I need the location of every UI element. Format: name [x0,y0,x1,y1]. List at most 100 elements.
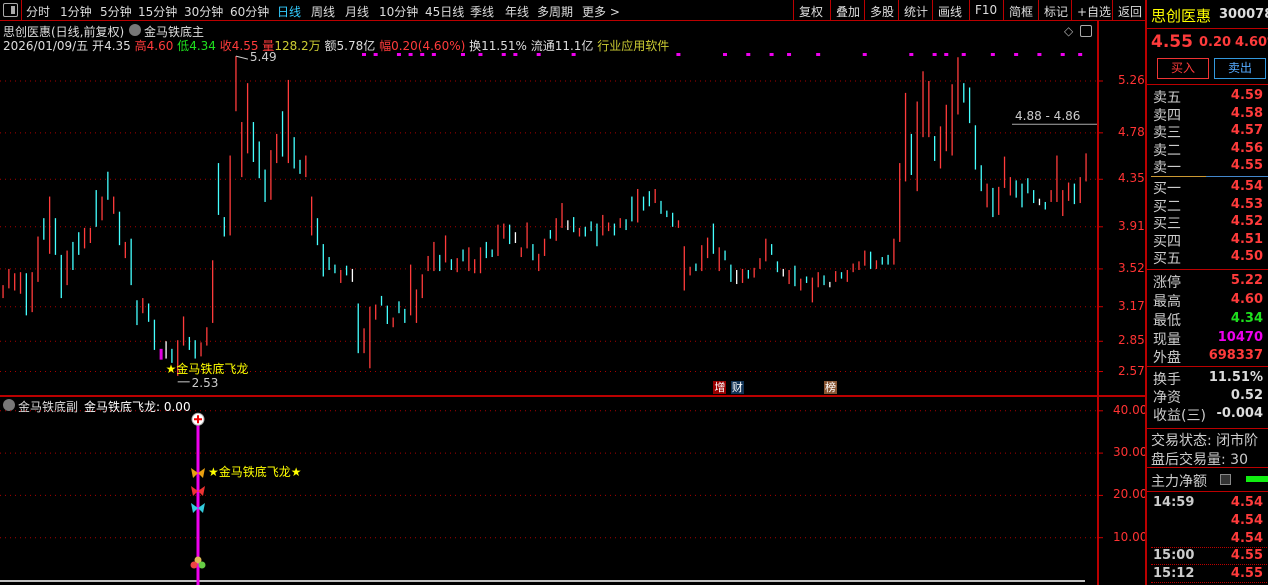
event-badge[interactable]: 增 [713,381,727,394]
stat-label: 外盘 [1153,350,1181,366]
candle-bar [497,224,499,256]
candle-bar [107,171,109,200]
candle-bar [142,298,144,314]
bid-row[interactable]: 买五 4.50 [1151,248,1267,267]
candle-bar [759,258,761,269]
signal-marker [396,53,401,56]
tick-price: 4.55 [1230,548,1263,564]
candle-bar [223,217,225,237]
candle-bar [823,275,825,286]
candle-bar [770,244,773,255]
candle-bar [427,255,429,272]
candle-bar [1032,190,1035,204]
candle-bar [776,261,779,273]
candle-bar [386,305,388,324]
signal-marker [1060,53,1065,56]
stat-value: 4.34 [1230,311,1263,326]
signal-marker [571,53,576,56]
sub-tick-label: 20.00 [1113,487,1148,502]
signal-marker [746,53,751,56]
candle-bar [375,304,377,320]
candle-bar [712,223,715,254]
signal-marker [787,53,792,56]
ask-row[interactable]: 卖五 4.59 [1151,87,1267,106]
signal-marker [932,53,937,56]
candle-bar [532,244,534,261]
trade-status: 交易状态: 闭市阶 [1151,433,1259,449]
candle-bar [1067,182,1070,201]
candle-bar [258,141,260,179]
stat-cur-vol: 现量 10470 [1151,329,1267,348]
signal-marker [990,53,995,56]
candle-bar [963,83,965,103]
tick-row: 15:00 4.55 [1151,547,1267,566]
ask-row[interactable]: 卖二 4.56 [1151,140,1267,159]
candle-bar [281,111,284,157]
sub-indicator-chart[interactable] [0,397,1145,585]
candle-bar [404,308,406,323]
bid-row[interactable]: 买四 4.51 [1151,231,1267,250]
stat-value: 4.60 [1230,292,1263,307]
stat-label: 最低 [1153,313,1181,329]
candle-bar [782,268,784,277]
candle-bar [299,159,301,174]
ask-row[interactable]: 卖四 4.58 [1151,105,1267,124]
candle-bar [858,261,860,270]
candle-bar [450,259,453,270]
ask-price: 4.59 [1230,88,1263,103]
candle-bar [113,196,115,214]
candle-bar [934,136,936,161]
signal-marker [478,53,483,56]
stat-net-assets: 净资 0.52 [1151,387,1267,406]
tick-price: 4.54 [1230,530,1263,546]
list-icon[interactable] [1220,474,1231,485]
signal-marker [723,53,727,56]
candle-bar [37,236,39,282]
candle-bar [829,281,831,288]
bid-row[interactable]: 买二 4.53 [1151,196,1267,215]
bid-row[interactable]: 买一 4.54 [1151,178,1267,197]
stat-label: 净资 [1153,390,1181,406]
candlestick-chart[interactable] [0,0,1145,396]
signal-marker [501,53,506,56]
buy-button[interactable]: 买入 [1157,58,1209,79]
bid-price: 4.52 [1230,214,1263,230]
candle-bar [444,235,447,263]
candle-bar [951,84,953,156]
candle-bar [904,92,907,182]
candle-bar [864,250,866,266]
price-tick-label: 3.91 [1118,218,1145,233]
candle-bar [596,223,598,247]
tick-price: 4.55 [1230,566,1263,582]
ask-row[interactable]: 卖三 4.57 [1151,122,1267,141]
stat-limit-up: 涨停 5.22 [1151,272,1267,291]
candle-bar [241,122,243,178]
event-badge[interactable]: 榜 [823,381,837,394]
candle-bar [182,316,185,346]
candle-bar [398,301,400,314]
candle-bar [800,278,802,291]
price-change: 0.20 [1199,35,1232,50]
candle-bar [805,276,808,283]
signal-marker [513,53,518,56]
candle-bar [421,274,423,299]
candle-bar [543,238,546,256]
event-badge[interactable]: 财 [730,381,744,394]
sell-button[interactable]: 卖出 [1214,58,1266,79]
candle-bar [852,263,854,273]
ask-row[interactable]: 卖一 4.55 [1151,157,1267,176]
signal-label: ★金马铁底飞龙★ [208,465,302,479]
candle-bar [736,270,738,285]
candle-bar [881,257,883,265]
bid-row[interactable]: 买三 4.52 [1151,213,1267,232]
candle-bar [118,211,121,246]
candle-bar [1003,156,1006,188]
quote-panel: 思创医惠 300078 4.55 0.20 4.60% 买入 卖出 卖五4.59… [1145,0,1268,585]
sub-tick-label: 30.00 [1113,445,1148,460]
candle-bar [322,244,324,277]
candle-bar [590,221,592,232]
candle-bar [409,264,412,316]
ask-price: 4.57 [1230,123,1263,139]
candle-bar [998,186,1000,215]
candle-bar [83,227,86,249]
